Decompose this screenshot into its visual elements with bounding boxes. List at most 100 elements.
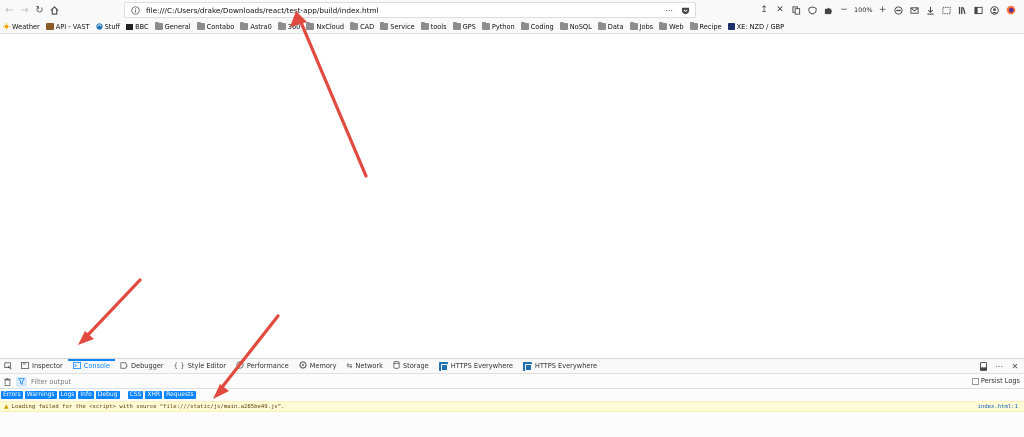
bookmark-api-vast[interactable]: API - VAST — [45, 23, 90, 31]
tab-label: Console — [83, 362, 110, 370]
bookmark-folder-nxcloud[interactable]: NxCloud — [306, 22, 344, 31]
filter-xhr[interactable]: XHR — [145, 391, 163, 399]
bookmark-folder-coding[interactable]: Coding — [520, 22, 554, 31]
tab-inspector[interactable]: Inspector — [16, 359, 68, 374]
tab-console[interactable]: Console — [67, 358, 116, 374]
folder-icon — [452, 22, 461, 30]
zoom-level[interactable]: 100% — [852, 6, 875, 14]
bookmark-folder-cad[interactable]: CAD — [350, 22, 374, 31]
bookmark-label: XE: NZD / GBP — [736, 22, 785, 31]
tab-https-everywhere-2[interactable]: HTTPS Everywhere — [518, 359, 602, 374]
page-content — [0, 35, 1024, 358]
tab-style-editor[interactable]: { } Style Editor — [169, 359, 231, 374]
tab-https-everywhere[interactable]: HTTPS Everywhere — [434, 359, 518, 374]
inspect-picker-icon[interactable] — [0, 359, 16, 374]
console-icon — [72, 361, 81, 371]
upload-icon[interactable]: ↥ — [756, 2, 772, 18]
filter-icon[interactable] — [16, 376, 27, 387]
network-icon: ⇆ — [346, 362, 353, 370]
filter-debug[interactable]: Debug — [95, 391, 120, 399]
copy-icon[interactable] — [788, 2, 804, 18]
tab-network[interactable]: ⇆ Network — [342, 359, 388, 374]
bookmark-folder-service[interactable]: Service — [380, 22, 415, 31]
library-icon[interactable] — [955, 2, 971, 18]
more-options-icon[interactable]: ⋯ — [994, 361, 1004, 372]
filter-requests[interactable]: Requests — [164, 391, 196, 399]
zoom-out-icon[interactable]: − — [836, 2, 852, 18]
url-text[interactable]: file:///C:/Users/drake/Downloads/react/t… — [146, 6, 379, 15]
page-actions-icon[interactable]: ⋯ — [663, 4, 675, 16]
console-message-location[interactable]: index.html:1 — [978, 404, 1018, 410]
filter-css[interactable]: CSS — [127, 391, 144, 399]
tab-performance[interactable]: Performance — [231, 359, 294, 374]
storage-icon — [393, 361, 400, 371]
firefox-menu-icon[interactable] — [1003, 2, 1019, 18]
bookmark-folder-web[interactable]: Web — [659, 22, 684, 31]
shield-icon[interactable] — [804, 2, 820, 18]
forward-arrow-icon[interactable]: → — [17, 2, 32, 18]
bookmark-folder-data[interactable]: Data — [597, 22, 624, 31]
bookmark-folder-gps[interactable]: GPS — [452, 22, 476, 31]
url-bar-actions: ⋯ — [663, 4, 691, 16]
warning-icon: ▲ — [4, 403, 9, 410]
bookmark-folder-jobs[interactable]: Jobs — [629, 22, 653, 31]
back-arrow-icon[interactable]: ← — [2, 2, 17, 18]
close-devtools-icon[interactable]: ✕ — [1010, 361, 1020, 372]
bookmark-bbc[interactable]: BBC — [126, 23, 149, 31]
folder-icon — [196, 22, 205, 30]
folder-icon — [277, 22, 286, 30]
persist-logs-toggle[interactable]: Persist Logs — [971, 377, 1020, 385]
bbc-icon — [126, 23, 134, 30]
xe-icon — [727, 23, 735, 30]
folder-icon — [154, 22, 163, 30]
filter-info[interactable]: Info — [78, 391, 94, 399]
bookmark-folder-nosql[interactable]: NoSQL — [559, 22, 592, 31]
close-x-icon[interactable]: ✕ — [772, 2, 788, 18]
dock-icon[interactable] — [978, 361, 988, 372]
https-everywhere-icon — [438, 361, 448, 371]
console-filter-bar: Persist Logs — [0, 375, 1024, 389]
zoom-in-icon[interactable]: + — [875, 2, 891, 18]
filter-output-input[interactable] — [31, 376, 331, 387]
screenshot-icon[interactable] — [939, 2, 955, 18]
tab-storage[interactable]: Storage — [388, 359, 434, 374]
folder-icon — [629, 22, 638, 30]
block-icon[interactable] — [891, 2, 907, 18]
mail-icon[interactable] — [907, 2, 923, 18]
sidebar-icon[interactable] — [971, 2, 987, 18]
download-icon[interactable] — [923, 2, 939, 18]
console-message-warning[interactable]: ▲ Loading failed for the <script> with s… — [0, 401, 1024, 412]
bookmark-folder-general[interactable]: General — [154, 22, 191, 31]
bookmark-xe-nzd-gbp[interactable]: XE: NZD / GBP — [727, 22, 785, 31]
filter-errors[interactable]: Errors — [1, 391, 23, 399]
tab-debugger[interactable]: Debugger — [115, 359, 169, 374]
devtools-controls: ⋯ ✕ — [978, 361, 1020, 372]
account-icon[interactable] — [987, 2, 1003, 18]
persist-logs-checkbox[interactable] — [971, 377, 979, 385]
inspector-icon — [21, 361, 29, 371]
bookmark-folder-astra0[interactable]: Astra0 — [240, 22, 272, 31]
tab-memory[interactable]: Memory — [294, 359, 342, 374]
bookmark-folder-contabo[interactable]: Contabo — [196, 22, 234, 31]
bookmark-stuff[interactable]: Stuff — [95, 23, 120, 31]
url-bar[interactable]: file:///C:/Users/drake/Downloads/react/t… — [124, 2, 696, 18]
bookmark-label: BBC — [135, 22, 149, 31]
folder-icon — [420, 22, 429, 30]
folder-icon — [659, 22, 668, 30]
folder-icon — [380, 22, 389, 30]
reload-icon[interactable]: ↻ — [32, 2, 47, 18]
bookmark-folder-tools[interactable]: tools — [420, 22, 447, 31]
pocket-icon[interactable] — [679, 4, 691, 16]
bookmark-folder-360[interactable]: 360 — [277, 22, 300, 31]
home-icon[interactable] — [47, 2, 62, 18]
memory-icon — [299, 361, 307, 371]
filter-warnings[interactable]: Warnings — [24, 391, 57, 399]
bookmark-folder-recipe[interactable]: Recipe — [689, 22, 722, 31]
filter-logs[interactable]: Logs — [58, 391, 77, 399]
bookmark-folder-python[interactable]: Python — [481, 22, 515, 31]
info-icon[interactable] — [128, 3, 142, 17]
bookmark-label: General — [164, 22, 191, 31]
puzzle-icon[interactable] — [820, 2, 836, 18]
trash-icon[interactable] — [3, 377, 12, 386]
bookmark-weather[interactable]: Weather — [3, 23, 40, 31]
